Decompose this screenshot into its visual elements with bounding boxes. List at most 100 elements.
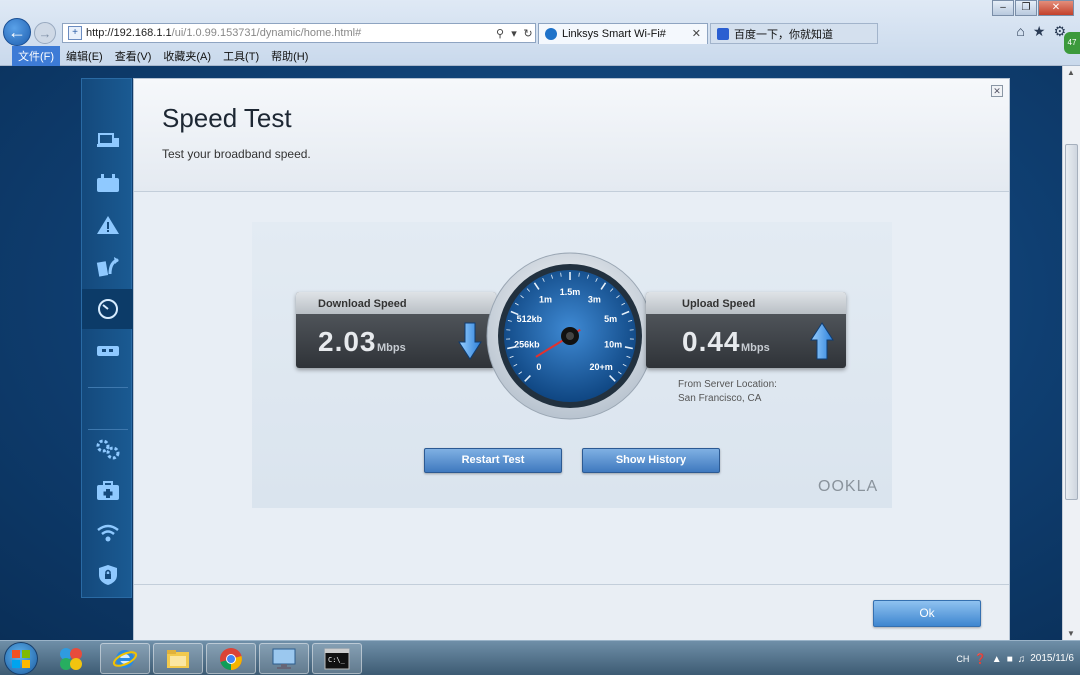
taskbar-app-ie[interactable] (100, 643, 150, 674)
taskbar: C:\_ CH ❓ ▲ ■ ♫ 2015/11/6 (0, 640, 1080, 675)
download-value: 2.03 (318, 326, 377, 357)
upload-label: Upload Speed (682, 298, 756, 310)
close-icon[interactable]: ✕ (991, 85, 1003, 97)
menu-tools[interactable]: 工具(T) (217, 46, 265, 66)
speed-gauge: 0 256kb 512kb 1m 1.5m 3m5m 10m 20+m (486, 252, 654, 420)
menu-view[interactable]: 查看(V) (109, 46, 158, 66)
page-subtitle: Test your broadband speed. (162, 147, 311, 161)
browser-chrome: ← → + http://192.168.1.1/ui/1.0.99.15373… (0, 0, 1080, 66)
scroll-up-icon[interactable]: ▲ (1067, 68, 1075, 77)
tab-baidu[interactable]: 百度一下，你就知道 (710, 23, 878, 44)
server-location: From Server Location: San Francisco, CA (678, 378, 777, 406)
restart-test-button[interactable]: Restart Test (424, 448, 562, 473)
window-close-button[interactable]: ✕ (1038, 0, 1074, 16)
show-history-button[interactable]: Show History (582, 448, 720, 473)
sidebar-item-devices[interactable] (82, 121, 133, 161)
vertical-scrollbar[interactable]: ▲ ▼ (1062, 66, 1080, 640)
taskbar-app-explorer[interactable] (153, 643, 203, 674)
speedtest-icon (97, 299, 118, 319)
restore-button[interactable]: ❐ (1015, 0, 1037, 16)
gauge-label: 5m (604, 314, 617, 324)
input-language[interactable]: CH (956, 654, 969, 664)
taskbar-app-pinwheel[interactable] (46, 643, 96, 674)
back-button[interactable]: ← (3, 18, 31, 46)
taskbar-app-cmd[interactable]: C:\_ (312, 643, 362, 674)
alert-icon (96, 216, 119, 234)
sidebar-item-troubleshoot[interactable] (82, 471, 133, 511)
chrome-app-icon (220, 647, 242, 670)
security-icon (98, 565, 117, 585)
system-tray: CH ❓ ▲ ■ ♫ 2015/11/6 (956, 644, 1074, 674)
page-favicon-icon: + (68, 26, 82, 40)
panel-header: Speed Test Test your broadband speed. ✕ (134, 79, 1009, 192)
taskbar-app-chrome[interactable] (206, 643, 256, 674)
forward-button[interactable]: → (34, 22, 56, 44)
sidebar-item-speedtest[interactable] (82, 289, 140, 329)
dropdown-icon[interactable]: ▾ (507, 27, 521, 40)
start-button[interactable] (4, 642, 38, 675)
server-location-label: From Server Location: (678, 379, 777, 390)
taskbar-app-control-panel[interactable] (259, 643, 309, 674)
baidu-tab-icon (717, 27, 729, 40)
search-icon[interactable]: ⚲ (493, 27, 507, 40)
sidebar-item-alerts[interactable] (82, 205, 133, 245)
download-arrow-icon (458, 322, 482, 360)
sidebar-item-parental[interactable] (82, 163, 133, 203)
menu-favorites[interactable]: 收藏夹(A) (157, 46, 217, 66)
tray-expand-icon[interactable]: ▲ (992, 654, 1002, 665)
clock[interactable]: 2015/11/6 (1030, 653, 1074, 665)
media-icon (96, 257, 119, 277)
upload-speed-box: Upload Speed 0.44 Mbps (646, 292, 846, 368)
gauge-label: 1.5m (560, 287, 581, 297)
sidebar-item-usb[interactable] (82, 331, 133, 371)
menu-edit[interactable]: 编辑(E) (60, 46, 109, 66)
devices-icon (96, 133, 119, 147)
gauge-label: 20+m (589, 362, 612, 372)
download-label: Download Speed (318, 298, 407, 310)
parental-icon (96, 174, 119, 192)
network-icon[interactable]: ■ (1007, 654, 1013, 665)
scroll-thumb[interactable] (1065, 144, 1078, 500)
sidebar-item-media[interactable] (82, 247, 133, 287)
tab-title: Linksys Smart Wi-Fi# (562, 28, 666, 40)
scroll-down-icon[interactable]: ▼ (1067, 629, 1075, 638)
upload-value: 0.44 (682, 326, 741, 357)
usb-icon (96, 346, 119, 356)
forward-arrow-icon: → (38, 25, 52, 41)
folder-app-icon (167, 649, 189, 668)
sidebar-item-wireless[interactable] (82, 513, 133, 553)
refresh-icon[interactable]: ↻ (521, 27, 535, 40)
minimize-button[interactable]: – (992, 0, 1014, 16)
gauge-label: 3m (588, 294, 601, 304)
volume-icon[interactable]: ♫ (1018, 654, 1026, 665)
browser-tools: ⌂ ★ ⚙ (1016, 23, 1066, 40)
tab-linksys[interactable]: Linksys Smart Wi-Fi# ✕ (538, 23, 708, 44)
help-icon[interactable]: ❓ (974, 654, 986, 665)
windows-logo-icon (12, 649, 30, 668)
speed-test-widget: Download Speed 2.03 Mbps 0 256kb 512kb 1m 1.… (252, 222, 892, 508)
close-tab-icon[interactable]: ✕ (692, 27, 701, 40)
window-controls: – ❐ ✕ (992, 0, 1074, 16)
gauge-label: 10m (604, 340, 622, 350)
gauge-label: 512kb (517, 314, 543, 324)
wifi-icon (96, 524, 119, 542)
notification-badge: 47 (1064, 32, 1080, 54)
address-bar[interactable]: + http://192.168.1.1/ui/1.0.99.153731/dy… (62, 23, 536, 43)
back-arrow-icon: ← (8, 21, 26, 42)
gauge-label: 1m (539, 294, 552, 304)
ookla-logo: OOKLA (818, 478, 879, 495)
monitor-app-icon (272, 648, 296, 669)
url-text[interactable]: http://192.168.1.1/ui/1.0.99.153731/dyna… (86, 27, 493, 39)
favorites-star-icon[interactable]: ★ (1033, 23, 1046, 40)
home-icon[interactable]: ⌂ (1016, 23, 1024, 40)
sidebar-item-security[interactable] (82, 555, 133, 595)
clock-date: 2015/11/6 (1030, 653, 1074, 664)
menu-help[interactable]: 帮助(H) (265, 46, 314, 66)
page-title: Speed Test (162, 103, 292, 133)
gauge-label: 256kb (514, 340, 540, 350)
ok-button[interactable]: Ok (873, 600, 981, 627)
sidebar-item-settings[interactable] (82, 429, 133, 469)
sidebar (81, 78, 140, 598)
server-location-value: San Francisco, CA (678, 393, 762, 404)
menu-file[interactable]: 文件(F) (12, 46, 61, 66)
